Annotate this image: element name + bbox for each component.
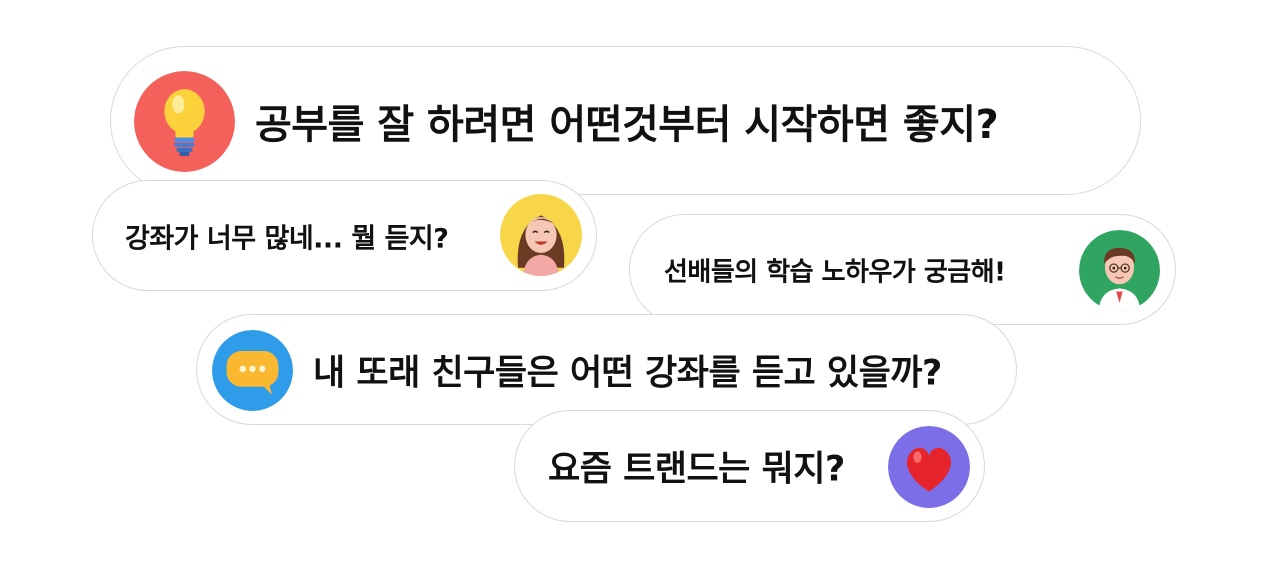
speech-bubble-icon: [212, 330, 293, 411]
question-bubble-peer-courses[interactable]: 내 또래 친구들은 어떤 강좌를 듣고 있을까?: [196, 314, 1017, 425]
question-bubble-study-start[interactable]: 공부를 잘 하려면 어떤것부터 시작하면 좋지?: [110, 46, 1141, 195]
question-bubble-many-courses[interactable]: 강좌가 너무 많네... 뭘 듣지?: [92, 180, 597, 291]
bubble-text: 요즘 트랜드는 뭐지?: [548, 449, 845, 490]
boy-avatar: [1079, 230, 1160, 311]
bubble-text: 강좌가 너무 많네... 뭘 듣지?: [125, 223, 449, 254]
question-bubble-trend[interactable]: 요즘 트랜드는 뭐지?: [514, 410, 985, 522]
bubble-text: 선배들의 학습 노하우가 궁금해!: [664, 257, 1006, 287]
question-bubble-senior-knowhow[interactable]: 선배들의 학습 노하우가 궁금해!: [629, 214, 1176, 325]
bubble-text: 내 또래 친구들은 어떤 강좌를 듣고 있을까?: [313, 353, 942, 393]
heart-icon: [888, 426, 970, 508]
girl-avatar: [500, 194, 582, 276]
lightbulb-icon: [134, 71, 235, 172]
bubble-text: 공부를 잘 하려면 어떤것부터 시작하면 좋지?: [255, 101, 999, 148]
